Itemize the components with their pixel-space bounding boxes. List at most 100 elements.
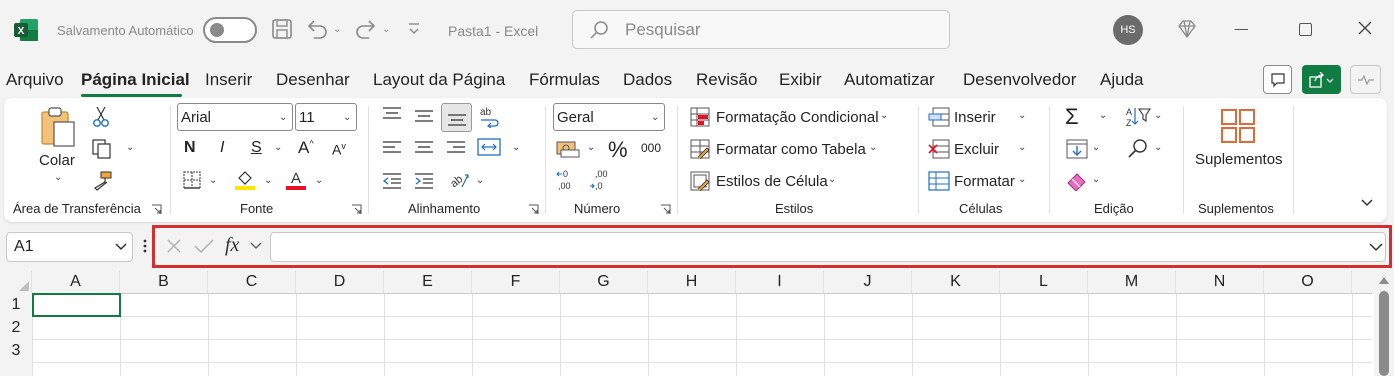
cell-styles-button[interactable]: Estilos de Célula xyxy=(716,173,828,190)
maximize-icon[interactable] xyxy=(1299,23,1312,36)
comments-button[interactable] xyxy=(1263,65,1292,94)
redo-dropdown-icon[interactable]: ⌄ xyxy=(382,24,390,35)
insert-function-button[interactable]: fx xyxy=(225,234,239,257)
autosum-icon[interactable]: Σ xyxy=(1065,104,1079,130)
column-header[interactable]: C xyxy=(208,271,296,293)
scrollbar-thumb[interactable] xyxy=(1379,291,1389,376)
sort-filter-dropdown-icon[interactable]: ⌄ xyxy=(1154,110,1162,121)
italic-button[interactable]: I xyxy=(220,139,224,157)
column-header[interactable]: G xyxy=(560,271,648,293)
redo-icon[interactable] xyxy=(355,18,377,40)
decrease-decimal-icon[interactable]: ,00,0 xyxy=(589,168,613,192)
tab-inserir[interactable]: Inserir xyxy=(205,70,252,90)
cut-icon[interactable] xyxy=(92,106,110,128)
undo-dropdown-icon[interactable]: ⌄ xyxy=(333,24,341,35)
format-cells-dropdown-icon[interactable]: ⌄ xyxy=(1018,174,1026,185)
active-cell[interactable] xyxy=(32,293,121,317)
add-ins-icon[interactable] xyxy=(1220,108,1256,144)
font-size-select[interactable]: 11 ⌄ xyxy=(295,103,357,131)
font-color-icon[interactable]: A xyxy=(285,168,307,190)
clear-icon[interactable] xyxy=(1066,171,1088,191)
find-select-dropdown-icon[interactable]: ⌄ xyxy=(1154,142,1162,153)
select-all-corner[interactable] xyxy=(0,271,32,293)
scroll-up-icon[interactable] xyxy=(1379,277,1389,284)
formula-input[interactable] xyxy=(270,232,1386,262)
underline-dropdown-icon[interactable]: ⌄ xyxy=(274,142,282,153)
column-header[interactable]: H xyxy=(648,271,736,293)
avatar[interactable]: HS xyxy=(1113,15,1143,45)
column-header[interactable]: D xyxy=(296,271,384,293)
cell-styles-dropdown-icon[interactable]: ⌄ xyxy=(828,174,836,185)
column-header[interactable]: F xyxy=(472,271,560,293)
font-name-select[interactable]: Arial ⌄ xyxy=(177,103,293,131)
cell-styles-icon[interactable] xyxy=(690,171,710,191)
column-header[interactable]: E xyxy=(384,271,472,293)
column-header[interactable]: A xyxy=(32,271,120,293)
conditional-formatting-icon[interactable] xyxy=(690,107,710,127)
insert-cells-dropdown-icon[interactable]: ⌄ xyxy=(1018,110,1026,121)
fill-color-dropdown-icon[interactable]: ⌄ xyxy=(264,175,272,186)
column-header[interactable]: N xyxy=(1176,271,1264,293)
insert-cells-icon[interactable] xyxy=(928,107,950,127)
save-icon[interactable] xyxy=(271,18,293,40)
alignment-launcher-icon[interactable] xyxy=(528,204,539,215)
currency-dropdown-icon[interactable]: ⌄ xyxy=(587,142,595,153)
tab-layout-da-pagina[interactable]: Layout da Página xyxy=(373,70,505,90)
column-header[interactable]: O xyxy=(1264,271,1352,293)
tab-desenvolvedor[interactable]: Desenvolvedor xyxy=(963,70,1076,90)
tab-arquivo[interactable]: Arquivo xyxy=(6,70,64,90)
format-as-table-button[interactable]: Formatar como Tabela xyxy=(716,141,866,158)
sort-filter-icon[interactable]: AZ xyxy=(1125,106,1151,128)
vertical-scrollbar[interactable] xyxy=(1374,271,1394,376)
undo-icon[interactable] xyxy=(306,18,328,40)
activity-button[interactable] xyxy=(1350,65,1381,94)
add-ins-button[interactable]: Suplementos xyxy=(1195,151,1283,168)
align-bottom-button[interactable] xyxy=(441,103,472,132)
autosum-dropdown-icon[interactable]: ⌄ xyxy=(1099,110,1107,121)
increase-font-icon[interactable]: A^ xyxy=(298,138,314,158)
format-as-table-dropdown-icon[interactable]: ⌄ xyxy=(869,142,877,153)
minimize-icon[interactable] xyxy=(1235,29,1248,30)
find-select-icon[interactable] xyxy=(1127,138,1149,160)
font-color-dropdown-icon[interactable]: ⌄ xyxy=(315,175,323,186)
delete-cells-dropdown-icon[interactable]: ⌄ xyxy=(1018,142,1026,153)
underline-button[interactable]: S xyxy=(251,139,262,157)
column-header[interactable]: M xyxy=(1088,271,1176,293)
column-header[interactable]: K xyxy=(912,271,1000,293)
tab-revisao[interactable]: Revisão xyxy=(696,70,757,90)
format-as-table-icon[interactable] xyxy=(690,139,710,159)
tab-formulas[interactable]: Fórmulas xyxy=(529,70,600,90)
search-box[interactable]: Pesquisar xyxy=(572,10,950,49)
number-launcher-icon[interactable] xyxy=(660,204,671,215)
delete-cells-icon[interactable] xyxy=(928,139,950,159)
font-launcher-icon[interactable] xyxy=(351,204,362,215)
merge-dropdown-icon[interactable]: ⌄ xyxy=(512,142,520,153)
row-header[interactable]: 3 xyxy=(0,339,32,362)
insert-cells-button[interactable]: Inserir xyxy=(954,109,996,126)
delete-cells-button[interactable]: Excluir xyxy=(954,141,999,158)
column-header[interactable]: L xyxy=(1000,271,1088,293)
increase-indent-icon[interactable] xyxy=(414,172,434,190)
premium-diamond-icon[interactable] xyxy=(1177,19,1197,39)
autosave-toggle[interactable] xyxy=(203,17,257,43)
column-header[interactable]: J xyxy=(824,271,912,293)
name-box[interactable]: A1 xyxy=(6,232,133,262)
borders-dropdown-icon[interactable]: ⌄ xyxy=(209,175,217,186)
share-button[interactable] xyxy=(1302,65,1341,94)
align-center-icon[interactable] xyxy=(414,140,434,156)
format-cells-icon[interactable] xyxy=(928,171,950,191)
orientation-dropdown-icon[interactable]: ⌄ xyxy=(476,175,484,186)
align-top-icon[interactable] xyxy=(382,106,402,124)
paste-icon[interactable] xyxy=(38,106,78,148)
increase-decimal-icon[interactable]: 0,00 xyxy=(556,168,580,192)
format-painter-icon[interactable] xyxy=(91,170,113,192)
fill-dropdown-icon[interactable]: ⌄ xyxy=(1092,142,1100,153)
tab-exibir[interactable]: Exibir xyxy=(779,70,822,90)
column-header[interactable]: B xyxy=(120,271,208,293)
copy-dropdown-icon[interactable]: ⌄ xyxy=(126,142,134,153)
align-left-icon[interactable] xyxy=(382,140,402,156)
fill-down-icon[interactable] xyxy=(1066,139,1088,159)
merge-center-icon[interactable] xyxy=(477,137,501,157)
row-header[interactable]: 2 xyxy=(0,316,32,339)
conditional-formatting-button[interactable]: Formatação Condicional xyxy=(716,109,879,126)
